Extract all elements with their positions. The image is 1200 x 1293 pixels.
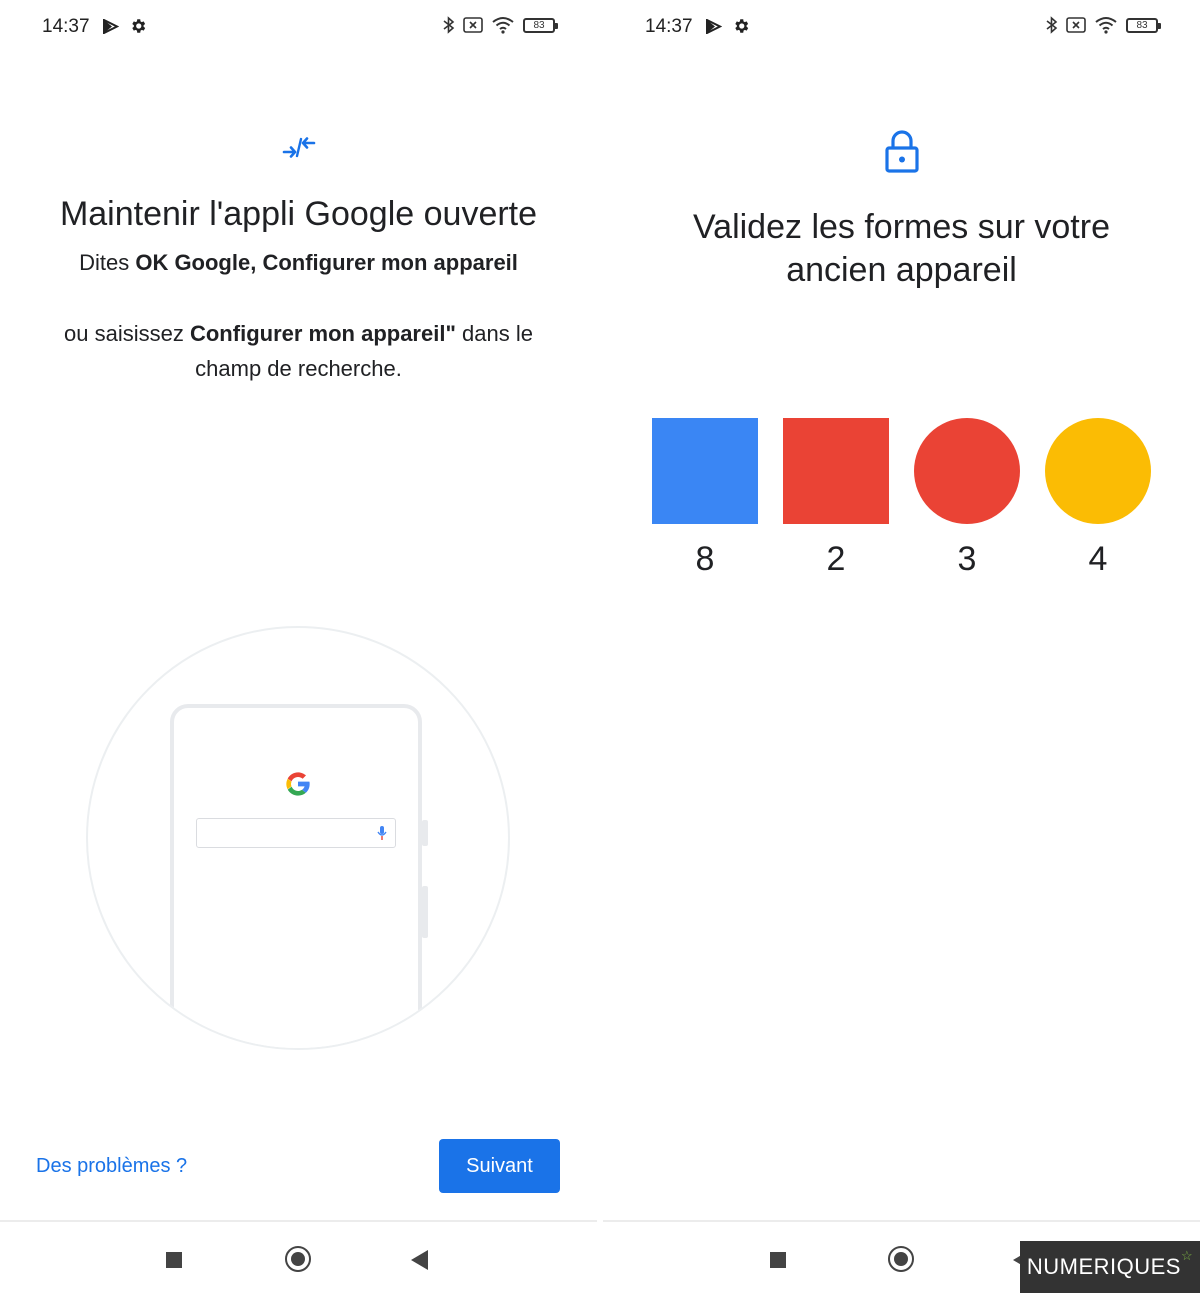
gear-icon: [132, 19, 146, 33]
phone-illustration: [86, 626, 510, 1050]
back-triangle-icon[interactable]: [411, 1250, 428, 1270]
phone-drawing: [170, 704, 422, 1048]
instruction-text: ou saisissez Configurer mon appareil" da…: [64, 321, 533, 381]
battery-icon: 83: [523, 17, 558, 33]
google-logo-icon: [286, 772, 310, 796]
no-sim-icon: [463, 17, 483, 33]
transfer-arrows-icon: [282, 137, 316, 158]
recents-square-icon[interactable]: [166, 1252, 182, 1268]
problems-link[interactable]: Des problèmes ?: [36, 1155, 187, 1178]
wifi-icon: [492, 17, 514, 34]
shape-number: 3: [957, 540, 977, 578]
left-screen: 14:37 83 Maintenir l'appli Google ouvert…: [0, 0, 597, 1293]
next-button[interactable]: Suivant: [439, 1139, 560, 1193]
gear-icon: [735, 19, 749, 33]
square-shape: [783, 418, 889, 524]
status-time: 14:37: [645, 16, 693, 37]
status-bar: 14:37 83: [0, 0, 597, 54]
status-time: 14:37: [42, 16, 90, 37]
watermark-logo: NUMERIQUES☆: [1020, 1241, 1200, 1293]
home-circle-icon[interactable]: [888, 1246, 914, 1272]
mic-icon: [377, 826, 387, 840]
battery-icon: 83: [1126, 17, 1161, 33]
play-store-icon: [103, 19, 119, 34]
phone-side-button: [422, 820, 428, 846]
no-sim-icon: [1066, 17, 1086, 33]
status-icons: 83: [1046, 16, 1161, 34]
search-bar: [196, 818, 396, 848]
status-bar: 14:37 83: [603, 0, 1200, 54]
shape-number: 8: [695, 540, 715, 578]
play-store-icon: [706, 19, 722, 34]
home-circle-icon[interactable]: [285, 1246, 311, 1272]
recents-square-icon[interactable]: [770, 1252, 786, 1268]
status-icons: 83: [443, 16, 558, 34]
page-title: Validez les formes sur votre ancien appa…: [693, 208, 1110, 289]
shape-number: 2: [826, 540, 846, 578]
page-title: Maintenir l'appli Google ouverte: [59, 195, 538, 233]
navigation-bar: [0, 1220, 597, 1293]
phone-side-button: [422, 886, 428, 938]
bluetooth-icon: [443, 16, 455, 34]
square-shape: [652, 418, 758, 524]
right-screen: 14:37 83 Validez les formes sur votre an…: [603, 0, 1200, 1293]
lock-icon: [885, 130, 919, 173]
circle-shape: [914, 418, 1020, 524]
wifi-icon: [1095, 17, 1117, 34]
shape-number: 4: [1088, 540, 1108, 578]
bluetooth-icon: [1046, 16, 1058, 34]
page-subtitle: Dites OK Google, Configurer mon appareil: [79, 250, 518, 275]
circle-shape: [1045, 418, 1151, 524]
